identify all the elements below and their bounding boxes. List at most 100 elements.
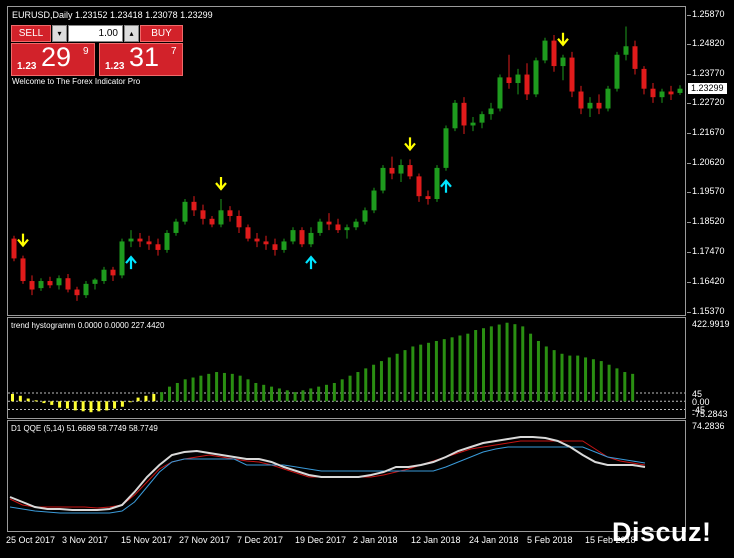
candle-body <box>632 46 638 69</box>
candle-body <box>128 238 134 242</box>
time-label: 2 Jan 2018 <box>353 535 398 545</box>
lot-increase-button[interactable]: ▴ <box>124 25 139 42</box>
candle-body <box>371 190 377 211</box>
candle-body <box>641 68 647 89</box>
candle-body <box>425 196 431 200</box>
hist-bar <box>136 397 140 402</box>
candle-body <box>551 40 557 67</box>
hist-bar <box>11 393 14 402</box>
candle-body <box>182 201 188 222</box>
hist-bar <box>199 375 203 402</box>
hist-bar <box>65 401 69 409</box>
hist-bar <box>238 375 242 402</box>
hist-bar <box>442 339 446 402</box>
hist-bar <box>168 386 171 402</box>
hist-bar <box>113 401 117 409</box>
price-pane[interactable]: EURUSD,Daily 1.23152 1.23418 1.23078 1.2… <box>7 6 686 316</box>
histogram-pane[interactable]: trend hystogramm 0.0000 0.0000 227.4420 <box>7 317 686 419</box>
time-label: 19 Dec 2017 <box>295 535 347 545</box>
hist-bar <box>489 326 493 402</box>
sell-button[interactable]: SELL <box>11 25 51 42</box>
hist-bar <box>160 392 164 402</box>
hist-bar <box>97 401 101 412</box>
candle-body <box>461 102 467 126</box>
candle-body <box>650 88 656 98</box>
hist-bar <box>50 401 54 405</box>
candle-body <box>344 227 350 231</box>
buy-price-button[interactable]: 1.23 31 7 <box>99 42 183 76</box>
lot-size-input[interactable]: 1.00 <box>68 25 123 42</box>
qqe-title: D1 QQE (5,14) 51.6689 58.7749 58.7749 <box>11 424 158 433</box>
hist-bar <box>395 353 399 402</box>
hist-bar <box>474 330 478 402</box>
hist-bar <box>536 340 540 402</box>
candle-body <box>452 102 458 129</box>
price-label: 1.19570 <box>692 186 725 196</box>
price-label: 1.16420 <box>692 276 725 286</box>
candle-body <box>335 224 341 231</box>
hist-bar <box>152 393 156 402</box>
hist-bar <box>254 382 258 402</box>
hist-bar <box>513 324 517 402</box>
buy-price-prefix: 1.23 <box>105 61 125 72</box>
candle-body <box>56 278 62 286</box>
qqe-series-line <box>9 436 646 511</box>
hist-bar <box>411 346 415 402</box>
price-label: 1.21670 <box>692 127 725 137</box>
candle-body <box>542 40 548 61</box>
candle-body <box>227 210 233 216</box>
candle-body <box>587 102 593 109</box>
hist-bar <box>434 340 438 402</box>
qqe-pane[interactable]: D1 QQE (5,14) 51.6689 58.7749 58.7749 <box>7 420 686 532</box>
hist-bar <box>356 372 360 402</box>
candle-body <box>668 91 674 95</box>
hist-bar <box>207 373 211 402</box>
candle-body <box>560 57 566 67</box>
sell-price-main: 29 <box>41 42 72 72</box>
lot-decrease-button[interactable]: ▾ <box>52 25 67 42</box>
buy-button[interactable]: BUY <box>140 25 183 42</box>
candle-body <box>119 241 125 276</box>
sell-price-button[interactable]: 1.23 29 9 <box>11 42 95 76</box>
candle-body <box>245 227 251 239</box>
hist-bar <box>285 390 289 402</box>
time-label: 15 Nov 2017 <box>121 535 173 545</box>
sell-signal-arrow <box>557 32 569 47</box>
hist-bar <box>262 384 266 402</box>
hist-bar <box>246 379 250 402</box>
candle-body <box>407 165 413 177</box>
candle-body <box>398 165 404 174</box>
candle-body <box>677 88 683 93</box>
candle-body <box>524 74 530 95</box>
candle-body <box>317 221 323 233</box>
candle-body <box>614 54 620 89</box>
welcome-text: Welcome to The Forex Indicator Pro <box>12 77 141 86</box>
hist-bar <box>458 335 462 402</box>
candle-body <box>362 210 368 222</box>
candle-body <box>173 221 179 233</box>
candle-body <box>101 269 107 282</box>
candle-body <box>623 46 629 55</box>
price-label: 1.25870 <box>692 9 725 19</box>
candle-body <box>299 230 305 245</box>
buy-price-pip: 7 <box>171 46 177 57</box>
sell-price-prefix: 1.23 <box>17 61 37 72</box>
time-label: 7 Dec 2017 <box>237 535 284 545</box>
hist-bar <box>128 401 132 403</box>
hist-bar <box>18 395 22 402</box>
hist-bar <box>120 401 124 407</box>
hist-bar <box>332 382 336 402</box>
candle-body <box>497 77 503 109</box>
hist-bar <box>529 333 533 402</box>
candle-body <box>416 176 422 197</box>
candle-body <box>515 74 521 84</box>
candle-body <box>200 210 206 219</box>
candle-body <box>29 281 35 290</box>
price-scale[interactable]: 1.25870 1.24820 1.23770 1.23299 1.22720 … <box>687 0 734 558</box>
time-label: 25 Oct 2017 <box>6 535 56 545</box>
time-label: 24 Jan 2018 <box>469 535 519 545</box>
hist-bar <box>544 346 548 402</box>
hist-bar <box>277 388 281 402</box>
hist-bar <box>552 350 556 402</box>
hist-scale-label: -75.2843 <box>692 409 728 419</box>
